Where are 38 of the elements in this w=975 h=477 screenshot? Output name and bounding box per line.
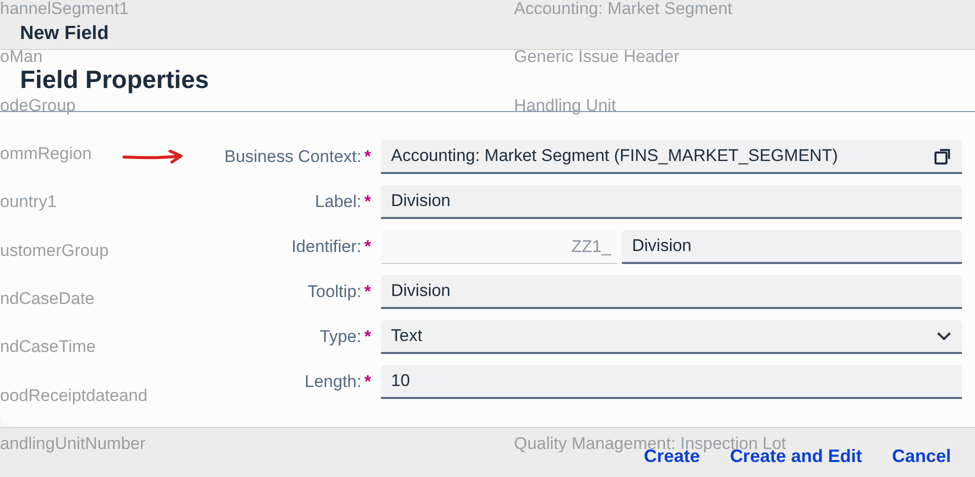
- required-mark: *: [364, 282, 371, 302]
- text-input[interactable]: Division: [381, 275, 962, 309]
- list-item-text: ndCaseDate: [0, 288, 95, 309]
- identifier-input[interactable]: Division: [622, 230, 962, 264]
- footer-button[interactable]: Cancel: [882, 444, 961, 469]
- field-label: Length:: [304, 372, 362, 392]
- chevron-down-icon: [936, 331, 952, 341]
- required-mark: *: [364, 372, 371, 392]
- list-item-text: andlingUnitNumber: [0, 434, 146, 454]
- text-input[interactable]: Division: [381, 185, 962, 219]
- dialog-title: New Field: [20, 23, 109, 45]
- value-help-input[interactable]: Accounting: Market Segment (FINS_MARKET_SEGMENT): [381, 140, 962, 174]
- field-label: Tooltip:: [308, 282, 362, 302]
- required-mark: *: [364, 237, 371, 257]
- list-item-text: oodReceiptdateand: [0, 386, 148, 406]
- required-mark: *: [364, 147, 371, 167]
- type-select[interactable]: Text: [381, 320, 962, 354]
- list-item-text: ndCaseTime: [0, 337, 96, 358]
- panel-title: Field Properties: [20, 66, 209, 95]
- annotation-arrow-icon: [122, 150, 184, 164]
- list-item-text: hannelSegment1: [0, 0, 129, 20]
- list-item-text: oMan: [0, 47, 43, 68]
- list-item-text: Generic Issue Header: [514, 47, 680, 68]
- required-mark: *: [364, 327, 371, 347]
- field-label: Business Context:: [224, 147, 362, 167]
- list-item-text: ommRegion: [0, 144, 92, 164]
- required-mark: *: [364, 192, 371, 212]
- list-item-text: ustomerGroup: [0, 240, 109, 261]
- list-item-text: ountry1: [0, 192, 57, 212]
- prefix-field: ZZ1_: [381, 230, 617, 264]
- list-item-text: Accounting: Market Segment: [514, 0, 732, 20]
- field-label: Identifier:: [291, 237, 362, 257]
- list-item-text: Handling Unit: [514, 96, 616, 116]
- value-help-icon[interactable]: [934, 147, 952, 165]
- text-input[interactable]: 10: [381, 365, 962, 399]
- list-item-text: odeGroup: [0, 96, 76, 116]
- field-label: Type:: [320, 327, 362, 347]
- field-label: Label:: [315, 192, 362, 212]
